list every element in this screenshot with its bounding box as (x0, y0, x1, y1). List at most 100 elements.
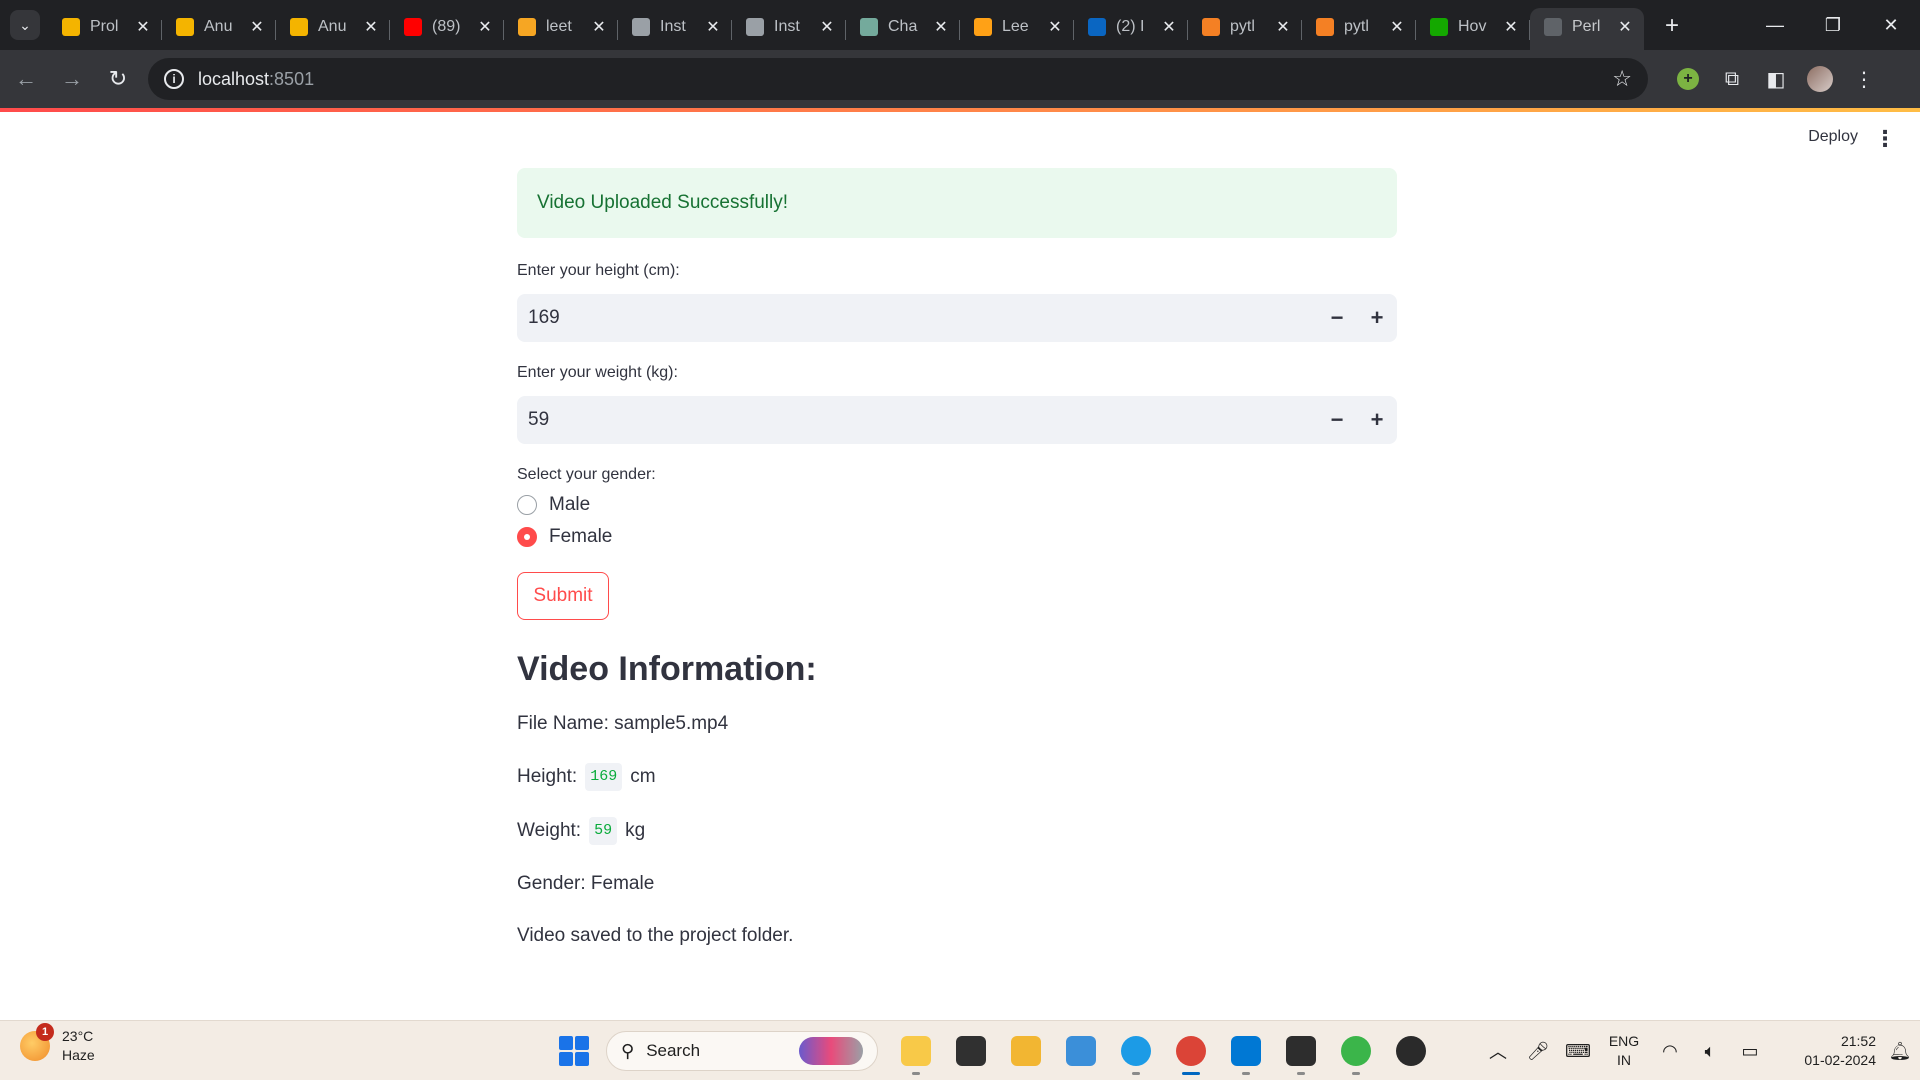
clock[interactable]: 21:52 01-02-2024 (1770, 1032, 1880, 1070)
restore-button[interactable]: ❐ (1804, 0, 1862, 50)
running-indicator (1131, 1072, 1140, 1075)
taskbar-app-task-view[interactable] (943, 1029, 998, 1073)
radio-label-male: Male (549, 494, 591, 515)
browser-tab[interactable]: pytl ✕ (1188, 8, 1302, 50)
minimize-button[interactable]: — (1746, 0, 1804, 50)
browser-tab[interactable]: (89) ✕ (390, 8, 504, 50)
browser-tab[interactable]: Prol ✕ (48, 8, 162, 50)
tab-close-icon[interactable]: ✕ (1274, 17, 1292, 37)
height-increment-button[interactable]: + (1357, 294, 1397, 342)
taskbar-app-edge[interactable] (1108, 1029, 1163, 1075)
profile-button[interactable] (1798, 59, 1842, 99)
taskbar-app-terminal[interactable] (1273, 1029, 1328, 1075)
tab-title: (2) I (1116, 18, 1145, 35)
taskbar-search[interactable]: ⚲ Search (606, 1031, 878, 1071)
extensions-button[interactable]: ⧉ (1710, 59, 1754, 99)
app-menu-icon[interactable]: ⋮ (1874, 126, 1896, 152)
browser-tab[interactable]: Anu ✕ (162, 8, 276, 50)
browser-tab[interactable]: Cha ✕ (846, 8, 960, 50)
notepad-icon (1065, 1036, 1096, 1066)
arrow-right-icon: → (61, 66, 83, 91)
gender-label: Select your gender: (517, 466, 656, 483)
success-message: Video Uploaded Successfully! (537, 192, 789, 213)
tab-close-icon[interactable]: ✕ (1616, 17, 1634, 37)
battery-icon[interactable]: ▭ (1730, 1041, 1770, 1062)
youtube-icon (404, 18, 422, 36)
swirl-icon (632, 18, 650, 36)
microphone-icon[interactable]: 🎤︎ (1518, 1041, 1558, 1062)
start-button[interactable] (552, 1029, 596, 1073)
taskbar-app-file-explorer[interactable] (888, 1029, 943, 1075)
extension-green-button[interactable]: + (1666, 59, 1710, 99)
tab-close-icon[interactable]: ✕ (362, 17, 380, 37)
taskbar-app-notepad[interactable] (1053, 1029, 1108, 1073)
language-indicator[interactable]: ENG IN (1598, 1032, 1650, 1070)
tab-close-icon[interactable]: ✕ (818, 17, 836, 37)
browser-tab[interactable]: leet ✕ (504, 8, 618, 50)
taskbar-app-chrome[interactable] (1163, 1029, 1218, 1075)
tray-overflow-button[interactable]: ︿ (1478, 1038, 1518, 1064)
browser-tab[interactable]: Hov ✕ (1416, 8, 1530, 50)
radio-button-male[interactable] (517, 495, 537, 515)
tab-close-icon[interactable]: ✕ (1502, 17, 1520, 37)
close-window-button[interactable]: ✕ (1862, 0, 1920, 50)
weather-widget[interactable]: 1 23°C Haze (20, 1023, 95, 1065)
taskbar-app-obs[interactable] (1383, 1029, 1438, 1073)
tab-title: Cha (888, 18, 918, 35)
height-decrement-button[interactable]: − (1317, 294, 1357, 342)
tab-close-icon[interactable]: ✕ (1388, 17, 1406, 37)
browser-tab[interactable]: Lee ✕ (960, 8, 1074, 50)
volume-icon[interactable]: 🔈︎ (1690, 1041, 1730, 1062)
browser-tab[interactable]: (2) I ✕ (1074, 8, 1188, 50)
taskbar-app-folder[interactable] (998, 1029, 1053, 1073)
browser-tab[interactable]: Inst ✕ (732, 8, 846, 50)
reload-button[interactable]: ↻ (98, 59, 138, 99)
weight-increment-button[interactable]: + (1357, 396, 1397, 444)
weather-sun-icon: 1 (20, 1023, 54, 1061)
site-info-icon[interactable]: i (164, 69, 184, 89)
linkedin-icon (1088, 18, 1106, 36)
taskbar-app-vscode[interactable] (1218, 1029, 1273, 1075)
radio-button-female[interactable] (517, 527, 537, 547)
loading-icon (1544, 18, 1562, 36)
tab-close-icon[interactable]: ✕ (590, 17, 608, 37)
tab-title: Prol (90, 18, 119, 35)
address-bar[interactable]: i localhost:8501 ☆ (148, 58, 1648, 100)
keyboard-icon[interactable]: ⌨ (1558, 1041, 1598, 1062)
radio-option-male[interactable]: Male (517, 494, 1397, 516)
tab-close-icon[interactable]: ✕ (134, 17, 152, 37)
browser-tab[interactable]: pytl ✕ (1302, 8, 1416, 50)
browser-tab[interactable]: Inst ✕ (618, 8, 732, 50)
submit-button[interactable]: Submit (517, 572, 609, 620)
minus-icon: − (1330, 305, 1344, 330)
wifi-icon[interactable]: ◠ (1650, 1041, 1690, 1062)
browser-tab[interactable]: Perl ✕ (1530, 8, 1644, 50)
deploy-button[interactable]: Deploy (1808, 128, 1858, 146)
browser-menu-button[interactable]: ⋮ (1842, 59, 1886, 99)
tab-close-icon[interactable]: ✕ (1046, 17, 1064, 37)
height-input[interactable]: 169 (517, 307, 1317, 329)
tab-close-icon[interactable]: ✕ (704, 17, 722, 37)
weight-decrement-button[interactable]: − (1317, 396, 1357, 444)
tab-close-icon[interactable]: ✕ (932, 17, 950, 37)
kebab-menu-icon: ⋮ (1854, 68, 1874, 91)
back-button[interactable]: ← (6, 59, 46, 99)
chevron-up-icon: ︿ (1489, 1042, 1507, 1062)
browser-tab[interactable]: Anu ✕ (276, 8, 390, 50)
tab-close-icon[interactable]: ✕ (248, 17, 266, 37)
forward-button[interactable]: → (52, 59, 92, 99)
url-text[interactable]: localhost:8501 (198, 69, 1612, 90)
notification-bell-icon[interactable]: 🔔︎ (1880, 1041, 1920, 1062)
side-panel-button[interactable]: ◧ (1754, 59, 1798, 99)
tab-title: Perl (1572, 18, 1601, 35)
height-label: Enter your height (cm): (517, 262, 680, 279)
weight-input[interactable]: 59 (517, 409, 1317, 431)
new-tab-button[interactable]: + (1658, 12, 1686, 40)
bookmark-star-icon[interactable]: ☆ (1612, 66, 1632, 92)
plus-icon: + (1370, 305, 1384, 330)
tab-search-button[interactable]: ⌄ (10, 10, 40, 40)
tab-close-icon[interactable]: ✕ (1160, 17, 1178, 37)
radio-option-female[interactable]: Female (517, 526, 1397, 548)
tab-close-icon[interactable]: ✕ (476, 17, 494, 37)
taskbar-app-loader[interactable] (1328, 1029, 1383, 1075)
